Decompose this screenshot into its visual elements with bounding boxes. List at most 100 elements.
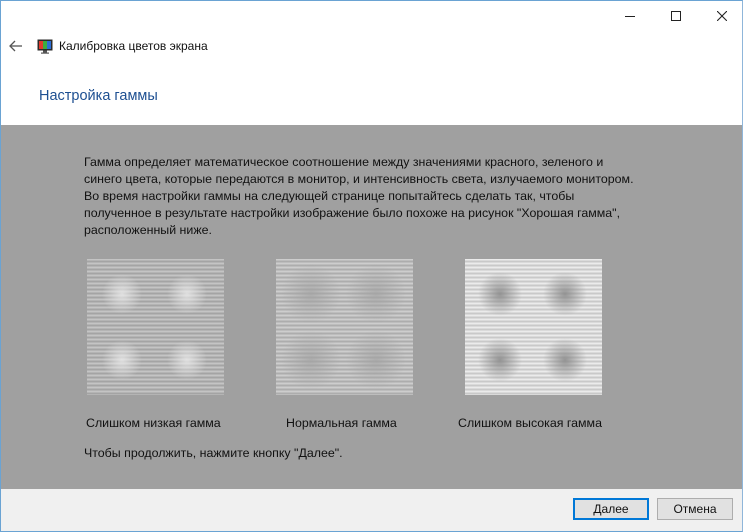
maximize-button[interactable] <box>653 1 699 31</box>
back-arrow-icon <box>9 40 22 52</box>
gamma-stripe <box>465 321 602 322</box>
gamma-stripe <box>465 393 602 394</box>
minimize-icon <box>625 16 635 17</box>
gamma-stripe <box>465 275 602 276</box>
gamma-stripe <box>465 263 602 264</box>
gamma-stripe <box>276 321 413 322</box>
gamma-stripe <box>276 259 413 260</box>
description-paragraph-1: Гамма определяет математическое соотноше… <box>84 155 634 186</box>
gamma-stripe <box>87 321 224 322</box>
gamma-stripe <box>465 337 602 338</box>
gamma-blob <box>478 338 522 382</box>
gamma-blob <box>102 340 142 380</box>
gamma-stripe <box>465 331 602 332</box>
close-button[interactable] <box>699 1 742 31</box>
gamma-stripe <box>465 323 602 324</box>
description-paragraph-2: Во время настройки гаммы на следующей ст… <box>84 189 621 237</box>
gamma-stripe <box>87 261 224 262</box>
caption-low: Слишком низкая гамма <box>86 416 221 430</box>
gamma-stripe <box>87 315 224 316</box>
gamma-stripe <box>276 261 413 262</box>
back-button[interactable] <box>5 35 27 57</box>
gamma-stripe <box>87 343 224 344</box>
gamma-stripe <box>276 331 413 332</box>
gamma-stripe <box>465 265 602 266</box>
gamma-stripe <box>87 275 224 276</box>
minimize-button[interactable] <box>607 1 653 31</box>
gamma-stripe <box>465 387 602 388</box>
gamma-low-image <box>87 259 224 395</box>
gamma-stripe <box>87 389 224 390</box>
gamma-stripe <box>465 391 602 392</box>
gamma-stripe <box>465 327 602 328</box>
gamma-stripe <box>87 271 224 272</box>
gamma-stripe <box>465 271 602 272</box>
description: Гамма определяет математическое соотноше… <box>84 154 644 239</box>
gamma-stripe <box>87 337 224 338</box>
gamma-stripe <box>465 269 602 270</box>
gamma-blob <box>543 338 587 382</box>
maximize-icon <box>671 11 681 21</box>
gamma-stripe <box>87 345 224 346</box>
gamma-stripe <box>87 383 224 384</box>
calibration-window: Калибровка цветов экрана Настройка гаммы… <box>0 0 743 532</box>
gamma-stripe <box>276 329 413 330</box>
gamma-sample-high <box>465 259 602 395</box>
gamma-stripe <box>465 385 602 386</box>
gamma-stripe <box>87 279 224 280</box>
gamma-stripe <box>87 313 224 314</box>
gamma-blob <box>281 264 341 324</box>
gamma-stripe <box>87 391 224 392</box>
gamma-stripe <box>87 277 224 278</box>
gamma-stripe <box>87 269 224 270</box>
gamma-stripe <box>87 267 224 268</box>
gamma-stripe <box>465 325 602 326</box>
gamma-stripe <box>465 329 602 330</box>
gamma-stripe <box>87 339 224 340</box>
caption-normal: Нормальная гамма <box>286 416 397 430</box>
gamma-stripe <box>87 375 224 376</box>
gamma-stripe <box>87 385 224 386</box>
caption-high: Слишком высокая гамма <box>458 416 602 430</box>
gamma-stripe <box>87 259 224 260</box>
gamma-stripe <box>276 327 413 328</box>
gamma-stripe <box>465 267 602 268</box>
content-panel: Гамма определяет математическое соотноше… <box>1 125 742 489</box>
gamma-stripe <box>465 261 602 262</box>
gamma-stripe <box>276 325 413 326</box>
gamma-stripe <box>465 381 602 382</box>
cancel-button[interactable]: Отмена <box>657 498 733 520</box>
gamma-stripe <box>276 391 413 392</box>
gamma-stripe <box>87 377 224 378</box>
continue-hint: Чтобы продолжить, нажмите кнопку "Далее"… <box>84 446 343 460</box>
gamma-blob <box>346 264 406 324</box>
gamma-stripe <box>87 341 224 342</box>
gamma-stripe <box>87 323 224 324</box>
gamma-stripe <box>465 339 602 340</box>
gamma-stripe <box>87 381 224 382</box>
gamma-stripe <box>465 333 602 334</box>
gamma-stripe <box>87 387 224 388</box>
title-bar <box>1 1 742 31</box>
gamma-stripe <box>87 329 224 330</box>
gamma-stripe <box>87 325 224 326</box>
gamma-stripe <box>465 317 602 318</box>
gamma-stripe <box>87 319 224 320</box>
gamma-stripe <box>465 341 602 342</box>
gamma-stripe <box>87 379 224 380</box>
gamma-stripe <box>465 273 602 274</box>
gamma-blob <box>167 340 207 380</box>
gamma-high-image <box>465 259 602 395</box>
gamma-stripe <box>87 311 224 312</box>
gamma-stripe <box>87 333 224 334</box>
gamma-stripe <box>465 335 602 336</box>
gamma-sample-low <box>87 259 224 395</box>
gamma-stripe <box>276 389 413 390</box>
gamma-blob <box>478 272 522 316</box>
gamma-stripe <box>465 389 602 390</box>
next-button[interactable]: Далее <box>573 498 649 520</box>
gamma-normal-image <box>276 259 413 395</box>
gamma-blob <box>281 330 341 390</box>
gamma-stripe <box>465 311 602 312</box>
gamma-stripe <box>465 319 602 320</box>
